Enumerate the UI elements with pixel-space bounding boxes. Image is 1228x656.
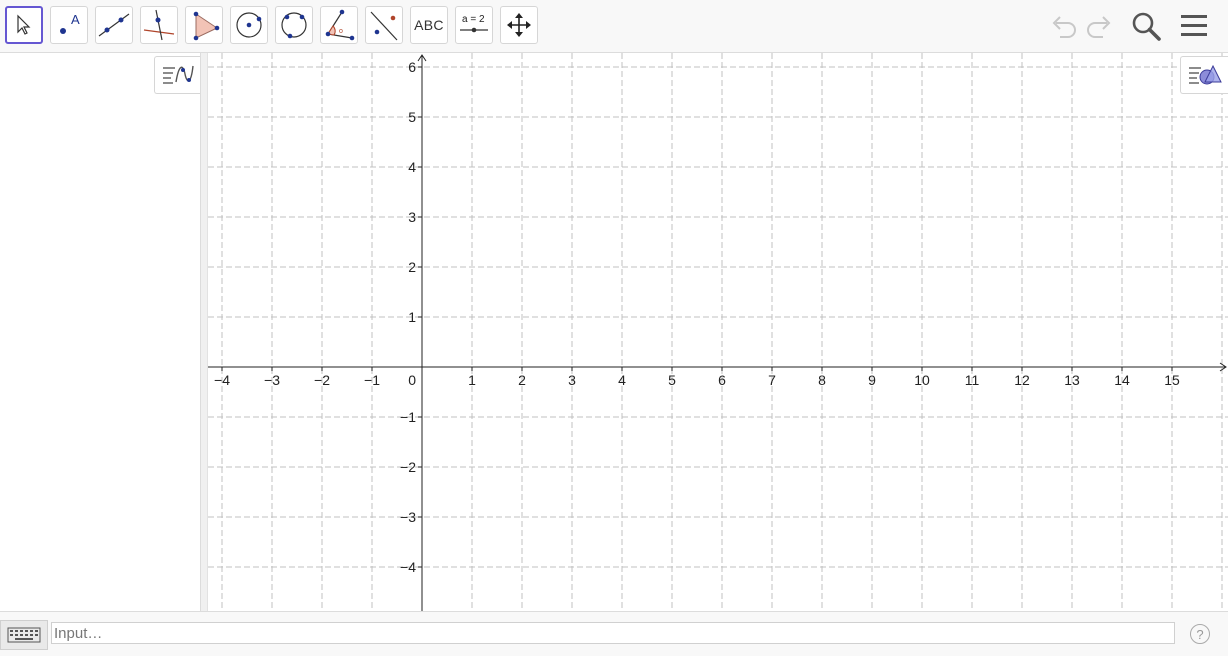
redo-button[interactable]	[1084, 10, 1116, 42]
y-tick-label: −2	[400, 459, 416, 475]
y-tick-label: 4	[408, 159, 416, 175]
circle-three-points-tool-button[interactable]	[275, 6, 313, 44]
y-tick-label: −4	[400, 559, 416, 575]
svg-text:o: o	[339, 28, 343, 35]
x-tick-label: −1	[364, 372, 380, 388]
view-splitter[interactable]	[201, 53, 208, 611]
x-tick-label: −3	[264, 372, 280, 388]
search-icon	[1132, 12, 1161, 41]
polygon-tool-button[interactable]	[185, 6, 223, 44]
x-tick-label: 14	[1114, 372, 1130, 388]
polygon-icon	[193, 11, 220, 41]
keyboard-icon	[7, 627, 41, 643]
circle-tool-button[interactable]	[230, 6, 268, 44]
text-tool-label: ABC	[414, 17, 444, 33]
help-button[interactable]: ?	[1190, 624, 1210, 644]
x-tick-label: 12	[1014, 372, 1030, 388]
x-tick-label: 10	[914, 372, 930, 388]
y-tick-label: −1	[400, 409, 416, 425]
reflect-about-line-icon	[370, 11, 398, 41]
line-through-two-points-icon	[98, 13, 130, 37]
angle-tool-button[interactable]: o	[320, 6, 358, 44]
x-tick-label: 2	[518, 372, 526, 388]
undo-icon	[1052, 16, 1076, 38]
graphics-view[interactable]: −4 −3 −2 −1 1 2 3 4 5 6 7 8 9 10 11 12 13 14 150123456−1−2…	[208, 53, 1228, 611]
toolbar: A o ABC a = 2	[0, 0, 1228, 53]
cursor-arrow-icon	[17, 14, 31, 35]
y-tick-label: −3	[400, 509, 416, 525]
x-tick-label: 3	[568, 372, 576, 388]
y-tick-label: 3	[408, 209, 416, 225]
redo-icon	[1087, 16, 1111, 38]
x-tick-label: 13	[1064, 372, 1080, 388]
input-bar: ?	[0, 611, 1228, 656]
text-tool-button[interactable]: ABC	[410, 6, 448, 44]
x-tick-label: 5	[668, 372, 676, 388]
undo-button[interactable]	[1047, 10, 1079, 42]
algebra-style-bar-button[interactable]	[154, 56, 200, 94]
perpendicular-line-tool-button[interactable]	[140, 6, 178, 44]
algebra-view[interactable]	[0, 53, 201, 611]
slider-tool-button[interactable]: a = 2	[455, 6, 493, 44]
x-tick-label: 8	[818, 372, 826, 388]
y-tick-label: 1	[408, 309, 416, 325]
hamburger-menu-icon	[1181, 15, 1207, 36]
point-icon: A	[60, 12, 80, 34]
circle-center-point-icon	[236, 12, 262, 38]
graphics-style-bar-button[interactable]	[1180, 56, 1228, 94]
line-tool-button[interactable]	[95, 6, 133, 44]
algebra-style-bar-icon	[162, 65, 194, 84]
x-tick-label: 11	[965, 372, 980, 388]
graphics-style-bar-icon	[1188, 64, 1222, 85]
x-tick-label: 6	[718, 372, 726, 388]
input-field[interactable]	[51, 622, 1175, 644]
origin-label: 0	[408, 372, 416, 388]
search-button[interactable]	[1130, 10, 1162, 42]
svg-text:A: A	[71, 12, 80, 27]
slider-icon: a = 2	[460, 14, 488, 33]
y-tick-label: 2	[408, 259, 416, 275]
x-tick-label: 9	[868, 372, 876, 388]
reflect-tool-button[interactable]	[365, 6, 403, 44]
move-tool-button[interactable]	[5, 6, 43, 44]
x-tick-label: 7	[768, 372, 776, 388]
slider-tool-label: a = 2	[462, 14, 485, 25]
angle-icon: o	[325, 9, 355, 41]
main-menu-button[interactable]	[1178, 10, 1210, 42]
x-tick-label: 1	[468, 372, 476, 388]
move-graphics-view-tool-button[interactable]	[500, 6, 538, 44]
x-tick-label: −4	[214, 372, 230, 388]
keyboard-toggle-button[interactable]	[0, 620, 48, 650]
x-tick-label: −2	[314, 372, 330, 388]
point-tool-button[interactable]: A	[50, 6, 88, 44]
x-tick-label: 4	[618, 372, 626, 388]
circle-three-points-icon	[281, 12, 307, 39]
y-tick-label: 6	[408, 59, 416, 75]
x-tick-label: 15	[1164, 372, 1180, 388]
perpendicular-line-icon	[143, 9, 175, 41]
y-tick-label: 5	[408, 109, 416, 125]
move-view-arrows-icon	[507, 13, 531, 37]
